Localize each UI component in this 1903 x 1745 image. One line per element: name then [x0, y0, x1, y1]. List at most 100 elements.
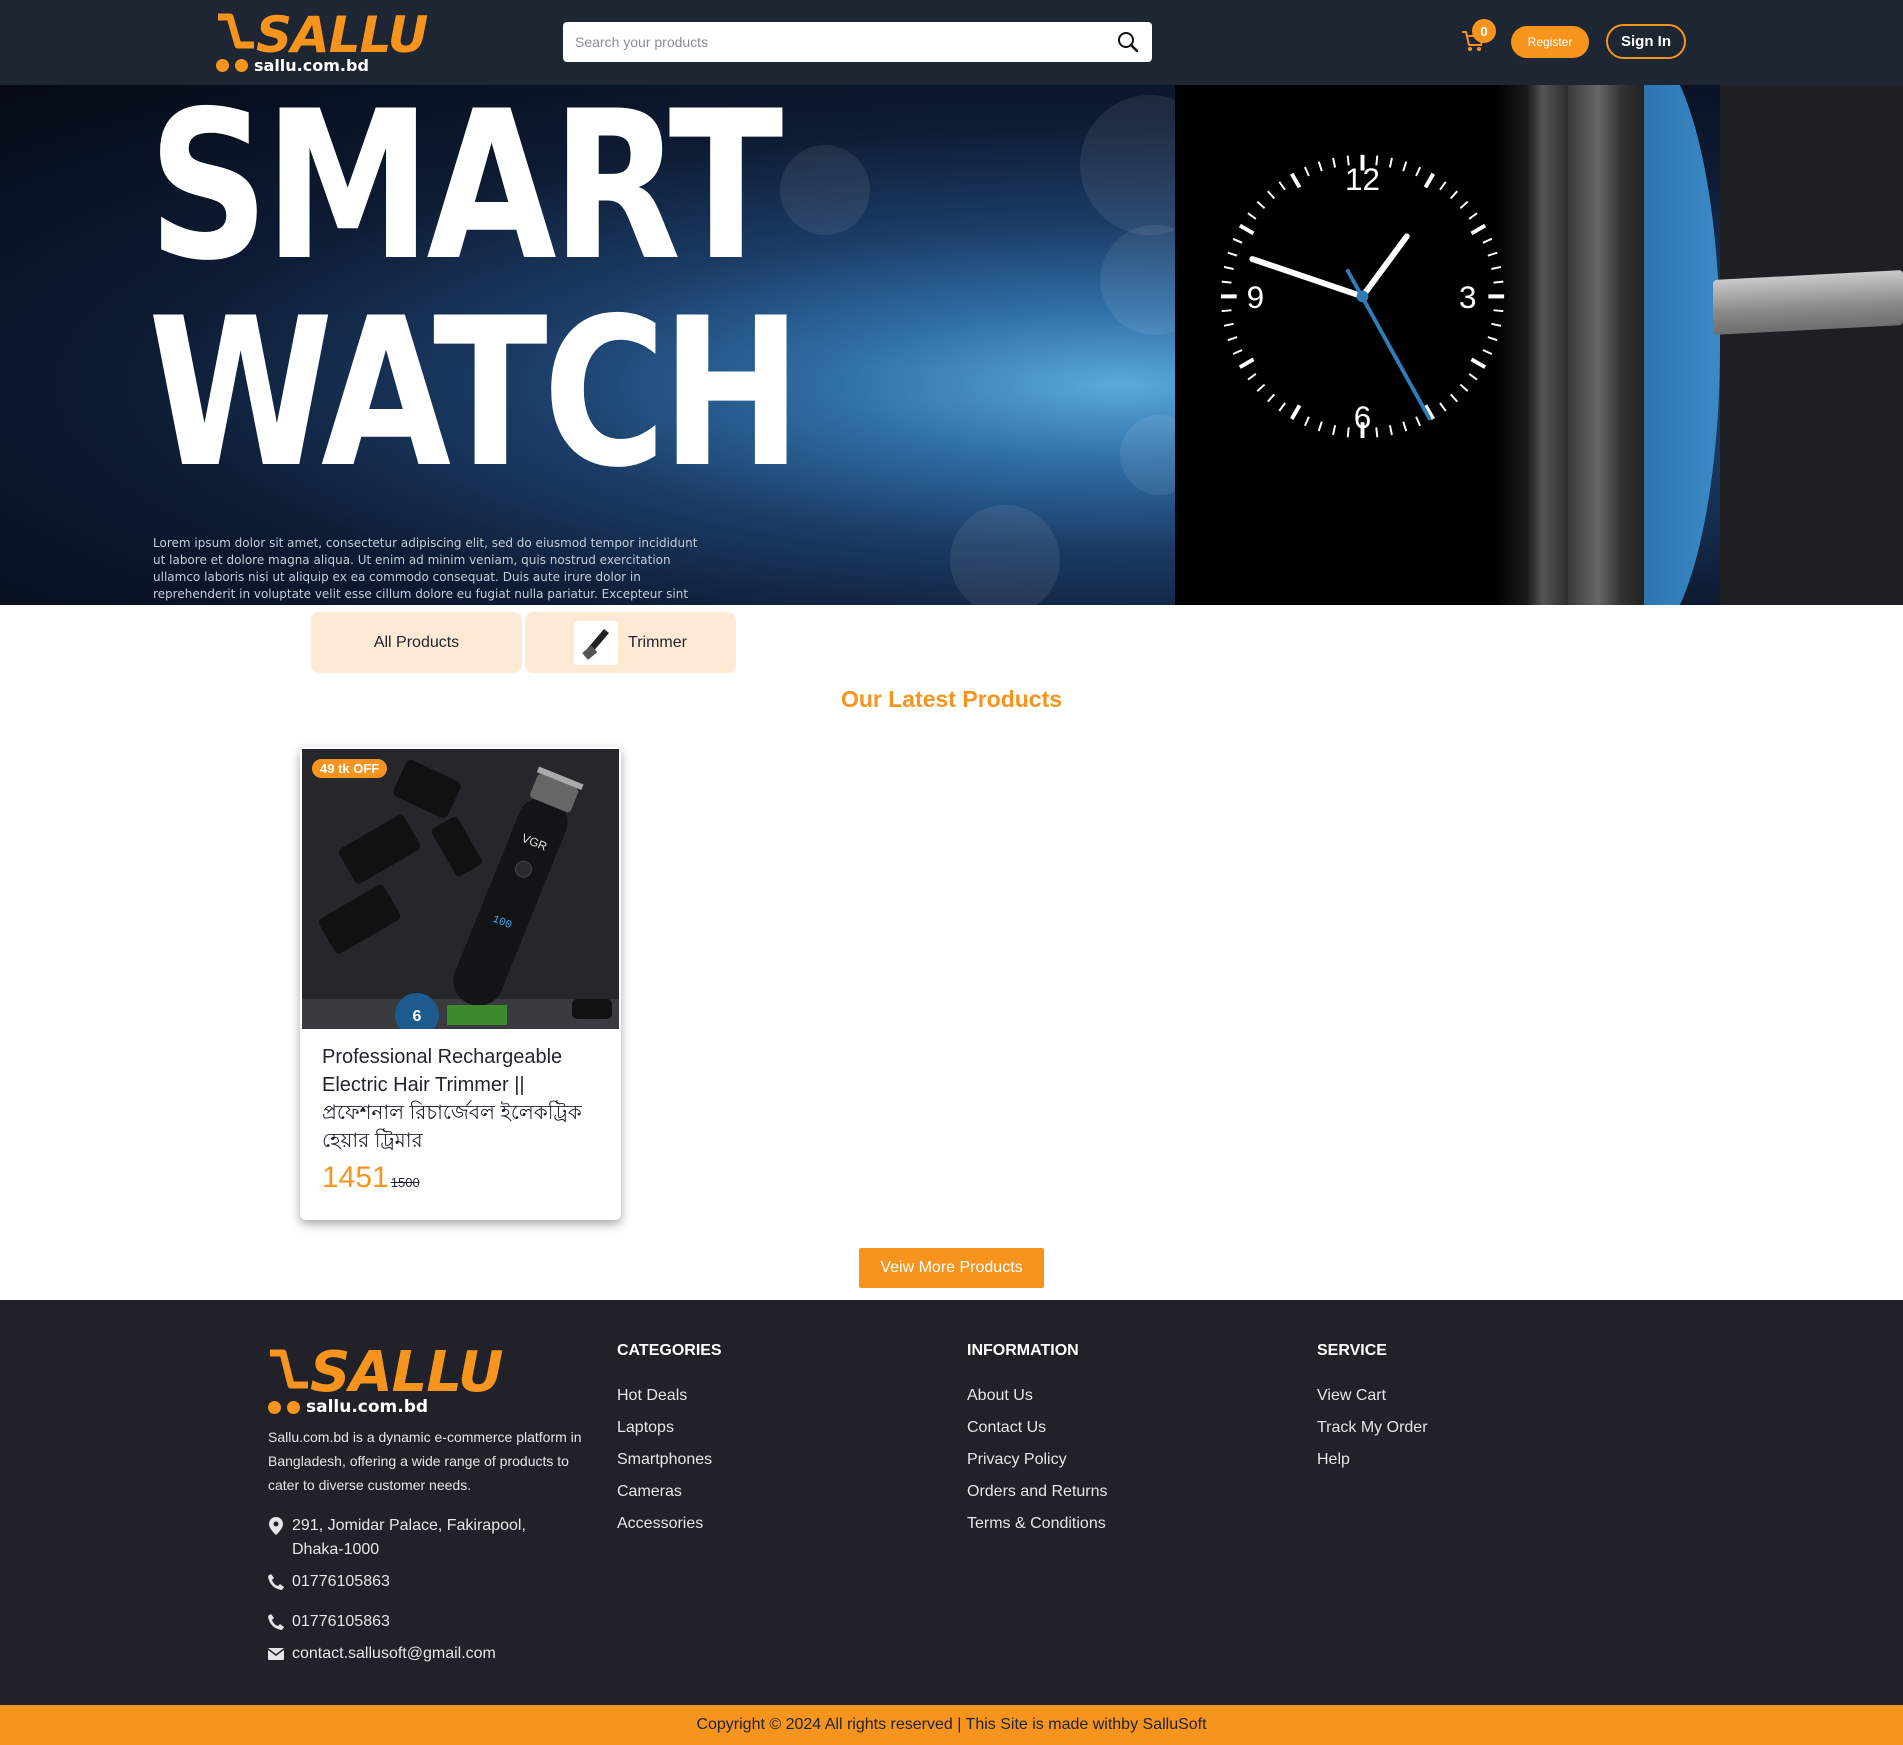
footer-information-list: About Us Contact Us Privacy Policy Order… [967, 1380, 1108, 1540]
clock-tick [1491, 265, 1502, 270]
footer-link[interactable]: Contact Us [967, 1412, 1108, 1444]
location-pin-icon [268, 1514, 284, 1538]
site-logo[interactable]: SALLU sallu.com.bd [216, 6, 428, 75]
contact-phone-2[interactable]: 01776105863 [268, 1610, 390, 1634]
clock-tick [1402, 421, 1408, 432]
clock-tick [1493, 280, 1504, 284]
product-image[interactable]: VGR 100 6 49 tk OFF [302, 749, 619, 1029]
site-header: SALLU sallu.com.bd 0 Register Sign In [0, 0, 1903, 85]
product-price: 1451 1500 [322, 1161, 420, 1195]
footer-link[interactable]: View Cart [1317, 1380, 1428, 1412]
footer-link[interactable]: Smartphones [617, 1444, 712, 1476]
clock-tick [1439, 402, 1447, 412]
footer-heading-categories: CATEGORIES [617, 1342, 722, 1359]
cart-count-badge: 0 [1472, 19, 1496, 43]
clock-tick [1415, 166, 1421, 177]
clock-number-12: 12 [1345, 162, 1380, 197]
clock-tick [1232, 349, 1243, 355]
footer-link[interactable]: Laptops [617, 1412, 712, 1444]
email-text: contact.sallusoft@gmail.com [292, 1645, 496, 1662]
clock-tick [1415, 416, 1421, 427]
hero-title-line2: WATCH [148, 275, 802, 513]
search-input[interactable] [575, 34, 1116, 50]
contact-address: 291, Jomidar Palace, Fakirapool, Dhaka-1… [268, 1514, 568, 1562]
footer-link[interactable]: Accessories [617, 1508, 712, 1540]
clock-tick [1491, 322, 1502, 327]
discount-badge: 49 tk OFF [312, 759, 388, 778]
logo-domain: sallu.com.bd [306, 1397, 429, 1417]
phone-icon [268, 1570, 284, 1594]
clock-tick [1470, 357, 1487, 369]
clock-tick [1221, 280, 1232, 284]
register-button[interactable]: Register [1511, 26, 1589, 58]
hero-title-line1: SMART [148, 85, 783, 306]
category-tab-label: All Products [373, 633, 460, 651]
address-text: 291, Jomidar Palace, Fakirapool, Dhaka-1… [292, 1517, 526, 1558]
clock-hour-hand [1359, 233, 1410, 300]
clock-tick [1267, 393, 1276, 403]
clock-tick [1238, 357, 1255, 369]
clock-tick [1468, 212, 1478, 220]
category-tab-trimmer[interactable]: Trimmer [525, 612, 736, 673]
clock-tick [1247, 373, 1257, 381]
trimmer-thumbnail-icon [574, 620, 619, 665]
clock-tick [1304, 166, 1310, 177]
product-title[interactable]: Professional Rechargeable Electric Hair … [322, 1043, 607, 1155]
view-more-products-button[interactable]: Veiw More Products [859, 1248, 1044, 1288]
copyright-bar: Copyright © 2024 All rights reserved | T… [0, 1705, 1903, 1745]
product-card[interactable]: VGR 100 6 49 tk OFF Professional Recharg… [300, 747, 621, 1220]
footer-link[interactable]: Help [1317, 1444, 1428, 1476]
footer-link[interactable]: Terms & Conditions [967, 1508, 1108, 1540]
clock-tick [1227, 336, 1238, 342]
clock-number-6: 6 [1354, 400, 1372, 435]
product-current-price: 1451 [322, 1161, 389, 1194]
clock-tick [1278, 402, 1286, 412]
bokeh-light [950, 505, 1060, 605]
contact-email[interactable]: contact.sallusoft@gmail.com [268, 1642, 496, 1666]
clock-tick [1256, 200, 1266, 209]
footer-service-list: View Cart Track My Order Help [1317, 1380, 1428, 1476]
clock-number-3: 3 [1459, 280, 1477, 315]
sign-in-button[interactable]: Sign In [1606, 24, 1686, 59]
clock-tick [1375, 427, 1379, 438]
warranty-seal: 6 [413, 1008, 422, 1025]
hero-banner[interactable]: 12 3 6 9 SMART WATCH Lorem ipsum dolor s… [0, 85, 1903, 605]
clock-tick [1289, 172, 1302, 189]
footer-logo[interactable]: SALLU sallu.com.bd [268, 1345, 503, 1417]
search-icon[interactable] [1116, 30, 1140, 54]
watch-strap [1713, 270, 1903, 335]
clock-tick [1267, 190, 1276, 200]
footer-link[interactable]: Privacy Policy [967, 1444, 1108, 1476]
clock-tick [1232, 237, 1243, 244]
clock-number-9: 9 [1247, 280, 1265, 315]
footer-heading-information: INFORMATION [967, 1342, 1079, 1359]
clock-tick [1238, 223, 1255, 236]
footer-categories-list: Hot Deals Laptops Smartphones Cameras Ac… [617, 1380, 712, 1540]
email-icon [268, 1642, 284, 1666]
contact-phone-1[interactable]: 01776105863 [268, 1570, 390, 1594]
clock-tick [1449, 393, 1458, 403]
logo-wordmark: SALLU [256, 6, 428, 64]
clock-tick [1247, 212, 1257, 220]
clock-tick [1449, 190, 1458, 200]
category-tab-all-products[interactable]: All Products [311, 612, 522, 673]
clock-tick [1487, 336, 1498, 342]
footer-link[interactable]: Orders and Returns [967, 1476, 1108, 1508]
logo-wheels [216, 59, 248, 72]
clock-tick [1223, 265, 1234, 270]
footer-link[interactable]: Track My Order [1317, 1412, 1428, 1444]
category-tab-label: Trimmer [628, 633, 687, 651]
clock-tick [1227, 251, 1238, 257]
logo-domain: sallu.com.bd [254, 56, 369, 75]
clock-tick [1487, 251, 1498, 257]
clock-tick [1439, 181, 1447, 191]
clock-tick [1221, 309, 1232, 313]
footer-link[interactable]: Hot Deals [617, 1380, 712, 1412]
phone-text: 01776105863 [292, 1573, 390, 1590]
footer-description: Sallu.com.bd is a dynamic e-commerce pla… [268, 1429, 582, 1493]
clock-tick [1388, 425, 1393, 436]
clock-tick [1278, 181, 1286, 191]
cart-logo-icon [270, 1349, 308, 1389]
footer-link[interactable]: About Us [967, 1380, 1108, 1412]
footer-link[interactable]: Cameras [617, 1476, 712, 1508]
